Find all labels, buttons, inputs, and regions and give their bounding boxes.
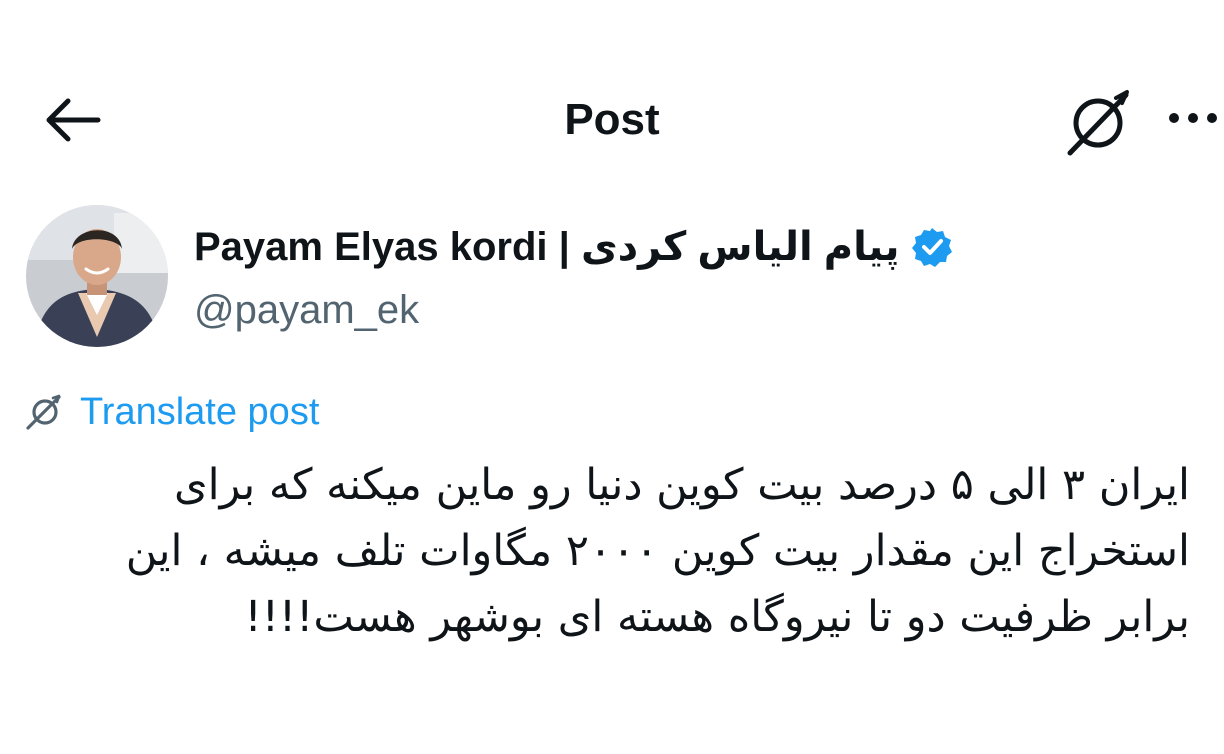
translate-post-button[interactable]: Translate post (24, 386, 319, 438)
more-horizontal-icon (1169, 113, 1217, 123)
translate-post-label: Translate post (80, 391, 320, 433)
author-handle[interactable]: @payam_ek (194, 285, 419, 335)
tweet-line: ایران ۳ الی ۵ درصد بیت کوین دنیا رو ماین… (173, 460, 1190, 510)
more-options-button[interactable] (1160, 98, 1224, 138)
grok-button[interactable] (1058, 82, 1138, 162)
tweet-line: استخراج این مقدار بیت کوین ۲۰۰۰ مگاوات ت… (125, 526, 1190, 576)
avatar-photo (26, 205, 168, 347)
avatar[interactable] (26, 205, 168, 347)
author-block: Payam Elyas kordi | پیام الیاس کردی @pay… (26, 205, 1224, 350)
tweet-text: ایران ۳ الی ۵ درصد بیت کوین دنیا رو ماین… (0, 452, 1190, 650)
author-name-row[interactable]: Payam Elyas kordi | پیام الیاس کردی (194, 219, 953, 275)
tweet-line: برابر ظرفیت دو تا نیروگاه هسته ای بوشهر … (244, 592, 1190, 642)
grok-icon (1067, 90, 1129, 156)
post-header: Post (0, 70, 1224, 170)
grok-icon (26, 394, 61, 430)
verified-badge-icon (912, 228, 953, 267)
author-name[interactable]: Payam Elyas kordi | پیام الیاس کردی (194, 219, 899, 275)
page-title: Post (564, 95, 660, 144)
